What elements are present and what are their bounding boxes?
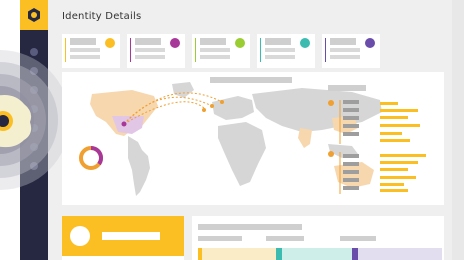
card-accent: [260, 38, 261, 62]
card-accent: [65, 38, 66, 62]
legend-list: [328, 100, 426, 194]
card-line: [135, 55, 165, 59]
status-dot-icon: [105, 38, 115, 48]
card-label: [70, 38, 96, 45]
details-title-placeholder: [198, 224, 302, 230]
status-dot-icon: [365, 38, 375, 48]
card-accent: [325, 38, 326, 62]
card-label: [200, 38, 226, 45]
card-line: [200, 48, 230, 52]
kpi-card[interactable]: [192, 34, 250, 68]
card-accent: [130, 38, 131, 62]
page-title: Identity Details: [62, 11, 142, 22]
card-line: [265, 48, 295, 52]
card-line: [330, 55, 360, 59]
kpi-card[interactable]: [257, 34, 315, 68]
kpi-card[interactable]: [127, 34, 185, 68]
card-label: [135, 38, 161, 45]
card-line: [265, 55, 295, 59]
scrollbar-track[interactable]: [452, 0, 464, 260]
card-line: [70, 55, 100, 59]
card-label: [330, 38, 356, 45]
card-label: [265, 38, 291, 45]
status-dot-icon: [235, 38, 245, 48]
card-accent: [195, 38, 196, 62]
card-line: [70, 48, 100, 52]
segment-bar: [198, 248, 442, 260]
kpi-card[interactable]: [322, 34, 380, 68]
legend-header: [328, 85, 366, 91]
details-label: [266, 236, 304, 241]
card-line: [200, 55, 230, 59]
avatar: [70, 226, 90, 246]
card-line: [135, 48, 165, 52]
status-dot-icon: [170, 38, 180, 48]
card-line: [330, 48, 360, 52]
profile-name-placeholder: [102, 232, 160, 240]
kpi-card[interactable]: [62, 34, 120, 68]
donut-chart-icon: [79, 146, 103, 170]
status-dot-icon: [300, 38, 310, 48]
details-label: [340, 236, 376, 241]
profile-card-footer: [62, 256, 184, 260]
details-label: [198, 236, 242, 241]
